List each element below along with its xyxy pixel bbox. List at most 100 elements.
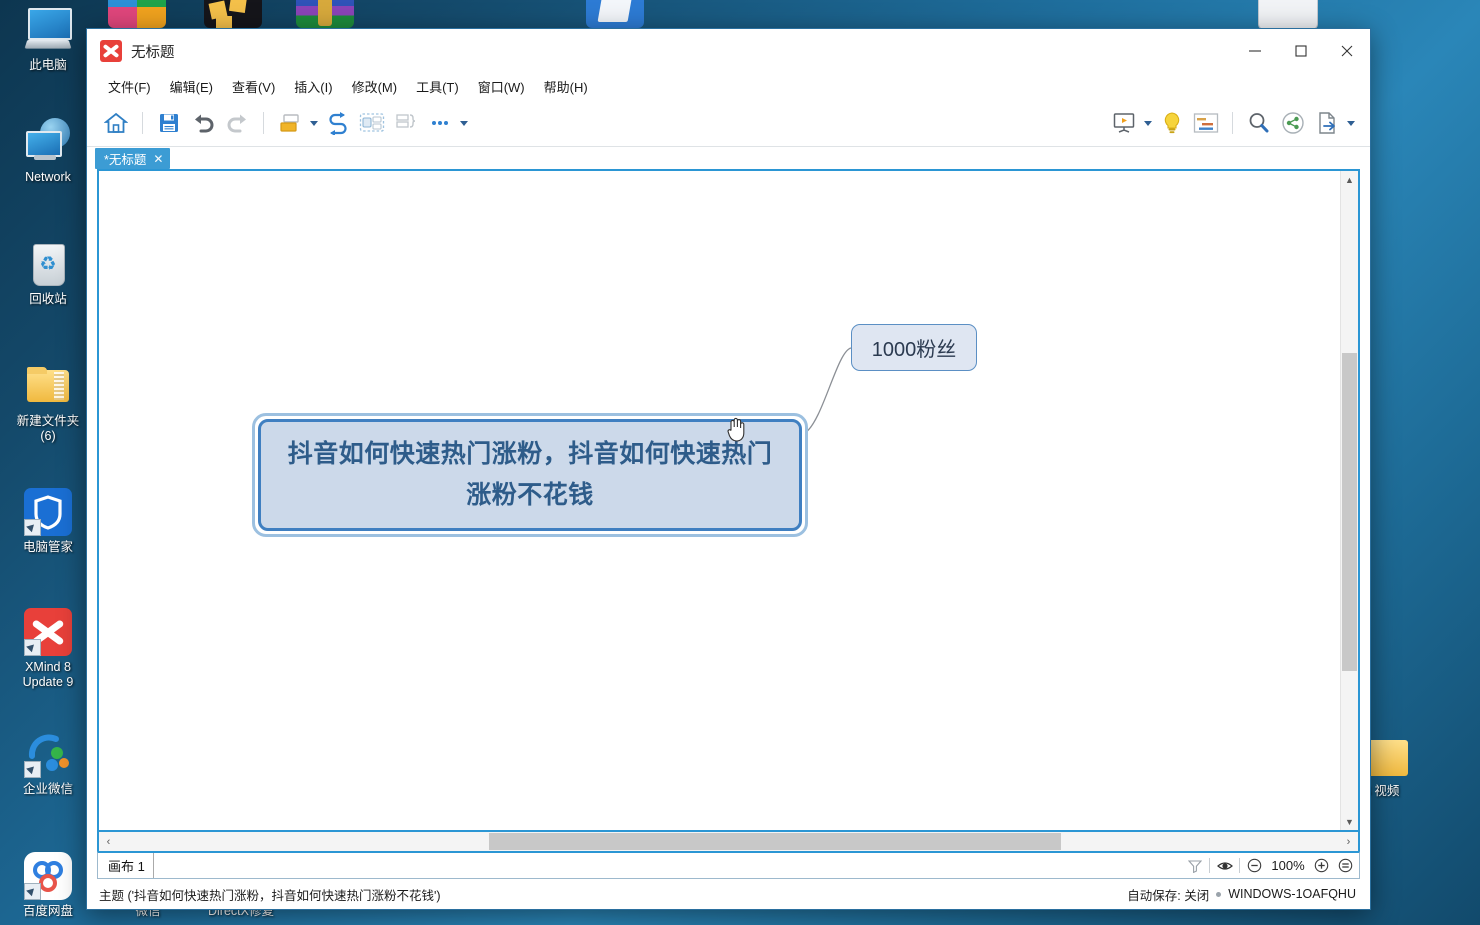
sheet-bar: 画布 1 100% — [97, 851, 1360, 879]
xmind-window: 无标题 文件(F) 编辑(E) 查看(V) 插入(I) 修改(M) 工具(T) … — [86, 28, 1371, 910]
desktop-icon-label: XMind 8 Update 9 — [22, 660, 74, 689]
menu-modify[interactable]: 修改(M) — [343, 74, 407, 99]
desktop-icon-label: Network — [25, 170, 71, 184]
minimize-button[interactable] — [1232, 29, 1278, 73]
sheet-bar-controls: 100% — [1185, 856, 1355, 875]
close-icon[interactable]: ✕ — [153, 152, 163, 166]
menu-window[interactable]: 窗口(W) — [469, 74, 534, 99]
davinci-resolve-icon[interactable] — [108, 0, 166, 28]
recycle-bin-icon: ♻ — [24, 240, 72, 288]
brainstorm-icon[interactable] — [1155, 106, 1189, 140]
floating-topic[interactable]: 1000粉丝 — [851, 324, 977, 371]
topic-icon[interactable] — [273, 106, 307, 140]
toolbar-separator — [142, 112, 143, 134]
title-bar: 无标题 — [87, 29, 1370, 73]
maximize-button[interactable] — [1278, 29, 1324, 73]
horizontal-scrollbar[interactable]: ‹ › — [97, 832, 1360, 851]
status-selection-text: 主题 ('抖音如何快速热门涨粉，抖音如何快速热门涨粉不花钱') — [99, 888, 441, 903]
shortcut-overlay-icon — [24, 883, 41, 900]
status-bar-right: 自动保存: 关闭 WINDOWS-1OAFQHU — [1127, 885, 1356, 904]
vertical-scrollbar-thumb[interactable] — [1342, 353, 1357, 671]
horizontal-scrollbar-thumb[interactable] — [489, 833, 1061, 850]
autosave-status: 自动保存: 关闭 — [1127, 888, 1210, 903]
desktop-icon-pc-manager[interactable]: 电脑管家 — [2, 488, 94, 555]
canvas-surface[interactable]: 抖音如何快速热门涨粉，抖音如何快速热门涨粉不花钱 1000粉丝 — [99, 171, 1358, 830]
desktop-icon-baidu-netdisk[interactable]: 百度网盘 — [2, 852, 94, 919]
menu-view[interactable]: 查看(V) — [223, 74, 284, 99]
main-toolbar — [87, 100, 1370, 147]
relationship-icon[interactable] — [321, 106, 355, 140]
baidu-netdisk-icon — [24, 852, 72, 900]
status-separator-dot — [1216, 891, 1222, 897]
scroll-down-arrow-icon[interactable]: ▼ — [1341, 813, 1358, 830]
desktop-icon-label: 回收站 — [29, 292, 67, 306]
gantt-icon[interactable] — [1189, 106, 1223, 140]
desktop-icon-network[interactable]: Network — [2, 118, 94, 185]
redo-icon[interactable] — [220, 106, 254, 140]
menu-edit[interactable]: 编辑(E) — [161, 74, 222, 99]
eye-icon[interactable] — [1215, 856, 1234, 875]
floating-topic-text: 1000粉丝 — [871, 339, 957, 361]
window-title: 无标题 — [131, 44, 175, 61]
summary-icon[interactable] — [389, 106, 423, 140]
shield-icon — [24, 488, 72, 536]
more-dropdown-caret[interactable] — [457, 106, 471, 140]
window-controls — [1232, 29, 1370, 73]
shortcut-overlay-icon — [24, 639, 41, 656]
status-bar: 主题 ('抖音如何快速热门涨粉，抖音如何快速热门涨粉不花钱') 自动保存: 关闭… — [87, 879, 1370, 909]
desktop-icon-new-folder-6[interactable]: 新建文件夹 (6) — [2, 362, 94, 444]
presentation-dropdown-caret[interactable] — [1141, 106, 1155, 140]
more-icon[interactable] — [423, 106, 457, 140]
close-button[interactable] — [1324, 29, 1370, 73]
zoom-out-button[interactable] — [1245, 856, 1264, 875]
desktop-icon-this-pc[interactable]: 此电脑 — [2, 6, 94, 73]
fit-to-screen-icon[interactable] — [1336, 856, 1355, 875]
desktop-icon-xmind[interactable]: XMind 8 Update 9 — [2, 608, 94, 690]
winrar-icon[interactable] — [296, 0, 354, 28]
zoom-level-value: 100% — [1271, 858, 1305, 873]
desktop-icon-label: 电脑管家 — [22, 540, 73, 554]
document-tab-strip: *无标题 ✕ — [87, 147, 1370, 169]
document-tab-label: *无标题 — [104, 153, 147, 167]
share-icon[interactable] — [1276, 106, 1310, 140]
undo-icon[interactable] — [186, 106, 220, 140]
document-tab-untitled[interactable]: *无标题 ✕ — [95, 148, 171, 169]
onenote-icon[interactable] — [586, 0, 644, 28]
toolbar-separator — [263, 112, 264, 134]
menu-file[interactable]: 文件(F) — [99, 74, 160, 99]
scroll-up-arrow-icon[interactable]: ▲ — [1341, 171, 1358, 188]
mindmap-canvas[interactable]: 抖音如何快速热门涨粉，抖音如何快速热门涨粉不花钱 1000粉丝 ▲ ▼ — [97, 169, 1360, 832]
menu-tools[interactable]: 工具(T) — [407, 74, 468, 99]
export-icon[interactable] — [1310, 106, 1344, 140]
home-icon[interactable] — [99, 106, 133, 140]
vertical-scrollbar[interactable]: ▲ ▼ — [1340, 171, 1358, 830]
filter-icon[interactable] — [1185, 856, 1204, 875]
desktop-icon-label: 企业微信 — [22, 782, 73, 796]
menu-bar: 文件(F) 编辑(E) 查看(V) 插入(I) 修改(M) 工具(T) 窗口(W… — [87, 73, 1370, 100]
desktop-icon-recycle-bin[interactable]: ♻ 回收站 — [2, 240, 94, 307]
wecom-icon — [24, 730, 72, 778]
machine-name: WINDOWS-1OAFQHU — [1228, 887, 1356, 901]
export-dropdown-caret[interactable] — [1344, 106, 1358, 140]
save-icon[interactable] — [152, 106, 186, 140]
separator — [1239, 858, 1240, 873]
scroll-right-arrow-icon[interactable]: › — [1339, 836, 1358, 848]
sheet-tab-canvas-1[interactable]: 画布 1 — [100, 853, 154, 878]
menu-insert[interactable]: 插入(I) — [285, 74, 341, 99]
menu-help[interactable]: 帮助(H) — [535, 74, 597, 99]
mouse-cursor-hand-icon — [727, 417, 745, 442]
monitor-icon — [24, 6, 72, 54]
search-icon[interactable] — [1242, 106, 1276, 140]
presentation-icon[interactable] — [1107, 106, 1141, 140]
topic-dropdown-caret[interactable] — [307, 106, 321, 140]
central-topic-text: 抖音如何快速热门涨粉，抖音如何快速热门涨粉不花钱 — [287, 440, 773, 509]
zoom-in-button[interactable] — [1312, 856, 1331, 875]
boundary-icon[interactable] — [355, 106, 389, 140]
scroll-left-arrow-icon[interactable]: ‹ — [99, 836, 118, 848]
sticky-notes-icon[interactable] — [204, 0, 262, 32]
central-topic[interactable]: 抖音如何快速热门涨粉，抖音如何快速热门涨粉不花钱 — [252, 413, 808, 537]
desktop-icon-wecom[interactable]: 企业微信 — [2, 730, 94, 797]
notepad-icon[interactable] — [1258, 0, 1318, 30]
desktop-icon-label: 此电脑 — [29, 58, 67, 72]
xmind-app-icon — [100, 40, 122, 62]
